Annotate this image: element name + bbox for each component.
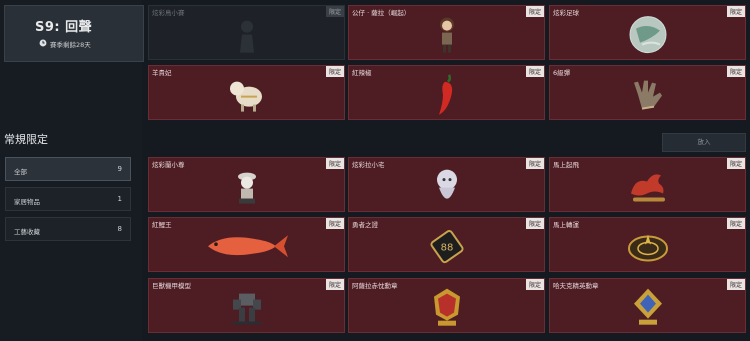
category-count: 1: [117, 195, 122, 203]
item-card[interactable]: 巨獸機甲模型 限定: [148, 278, 345, 333]
svg-text:88: 88: [440, 242, 453, 253]
doll-figure-icon: [439, 17, 454, 53]
item-card[interactable]: 炫彩拉小宅 限定: [348, 157, 545, 212]
category-home[interactable]: 家居物品 1: [5, 187, 131, 211]
item-card[interactable]: 馬上轉運 限定: [549, 217, 746, 272]
category-craft[interactable]: 工藝收藏 8: [5, 217, 131, 241]
limited-tag: 限定: [325, 6, 344, 17]
item-card[interactable]: 勇者之證 限定 88: [348, 217, 545, 272]
category-label: 全部: [14, 168, 27, 176]
item-name: 紅辣椒: [352, 69, 372, 77]
limited-tag: 限定: [726, 218, 745, 229]
item-name: 炫彩蘭小尊: [152, 161, 185, 169]
category-all[interactable]: 全部 9: [5, 157, 131, 181]
item-card[interactable]: 6級彈 限定: [549, 65, 746, 120]
dark-figure-icon: [239, 20, 254, 53]
season-title: S9: 回聲: [35, 20, 93, 35]
item-name: 炫彩鳥小賽: [152, 9, 185, 17]
put-in-button[interactable]: 放入: [662, 133, 746, 152]
item-card[interactable]: 羊貴妃 限定: [148, 65, 345, 120]
red-horse-icon: [630, 173, 665, 202]
item-name: 巨獸機甲模型: [152, 282, 191, 290]
limited-tag: 限定: [325, 279, 344, 290]
limited-tag: 限定: [325, 66, 344, 77]
item-name: 紅鯉王: [152, 221, 172, 229]
hero-badge-icon: 88: [429, 229, 464, 263]
section-title: 常規限定: [4, 133, 48, 146]
item-name: 公仔 · 薩拉（崛起）: [352, 9, 411, 17]
item-name: 哈夫克精英勳章: [553, 282, 599, 290]
item-card[interactable]: 炫彩足球 限定: [549, 5, 746, 60]
item-card[interactable]: 紅辣椒 限定: [348, 65, 545, 120]
item-name: 6級彈: [553, 69, 571, 77]
ghost-figure-icon: [436, 169, 457, 199]
season-card[interactable]: S9: 回聲 賽季剩餘28天: [4, 5, 144, 62]
item-name: 馬上轉運: [553, 221, 579, 229]
limited-tag: 限定: [726, 66, 745, 77]
limited-tag: 限定: [525, 279, 544, 290]
item-card[interactable]: 炫彩鳥小賽 限定: [148, 5, 345, 60]
item-name: 炫彩拉小宅: [352, 161, 385, 169]
item-card[interactable]: 炫彩蘭小尊 限定: [148, 157, 345, 212]
red-pepper-icon: [438, 73, 452, 115]
category-count: 8: [117, 225, 122, 233]
mech-model-icon: [232, 293, 261, 325]
item-name: 羊貴妃: [152, 69, 172, 77]
limited-tag: 限定: [726, 6, 745, 17]
clock-icon: [39, 39, 47, 47]
blue-medal-icon: [633, 288, 662, 325]
limited-tag: 限定: [726, 158, 745, 169]
limited-tag: 限定: [525, 218, 544, 229]
limited-tag: 限定: [726, 279, 745, 290]
item-card[interactable]: 阿薩拉赤忱勳章 限定: [348, 278, 545, 333]
limited-tag: 限定: [525, 66, 544, 77]
item-card[interactable]: 馬上起飛 限定: [549, 157, 746, 212]
season-remaining: 賽季剩餘28天: [50, 41, 91, 49]
category-label: 工藝收藏: [14, 228, 40, 236]
hand-gesture-icon: [633, 80, 662, 110]
soccer-ball-icon: [629, 15, 666, 53]
category-count: 9: [117, 165, 122, 173]
item-name: 勇者之證: [352, 221, 378, 229]
limited-tag: 限定: [525, 6, 544, 17]
item-card[interactable]: 紅鯉王 限定: [148, 217, 345, 272]
item-card[interactable]: 哈夫克精英勳章 限定: [549, 278, 746, 333]
item-name: 阿薩拉赤忱勳章: [352, 282, 398, 290]
item-name: 馬上起飛: [553, 161, 579, 169]
item-card[interactable]: 公仔 · 薩拉（崛起） 限定: [348, 5, 545, 60]
limited-tag: 限定: [325, 218, 344, 229]
limited-tag: 限定: [325, 158, 344, 169]
small-statue-icon: [237, 172, 256, 204]
sheep-figure-icon: [229, 81, 262, 112]
golden-compass-icon: [627, 233, 668, 261]
category-label: 家居物品: [14, 198, 40, 206]
limited-tag: 限定: [525, 158, 544, 169]
red-carp-icon: [207, 234, 288, 257]
item-name: 炫彩足球: [553, 9, 579, 17]
red-medal-icon: [433, 288, 460, 326]
